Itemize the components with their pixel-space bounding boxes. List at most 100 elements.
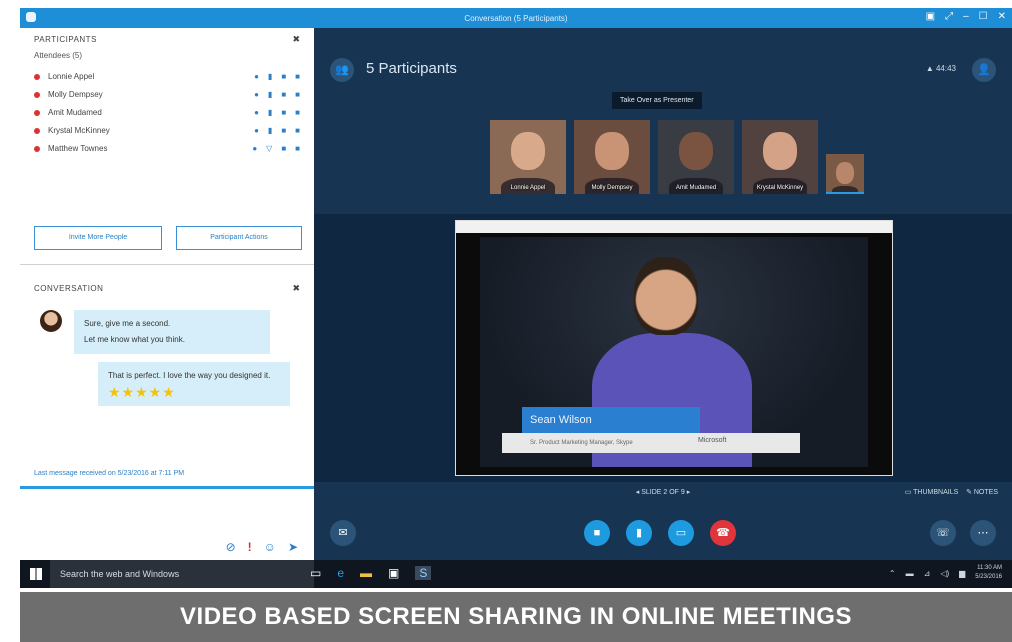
participant-row[interactable]: Amit Mudamed ● ▮ ■ ■ (34, 106, 300, 124)
screen-icon: ■ (295, 90, 300, 99)
sender-avatar (40, 310, 62, 332)
message-compose-area[interactable] (20, 489, 314, 535)
system-tray: ⌃ ▬ ⊿ ◁) ▆ 11:30 AM 5/23/2016 (889, 564, 1002, 582)
outgoing-message-bubble: That is perfect. I love the way you desi… (98, 362, 290, 407)
presence-dot-icon (34, 74, 40, 80)
presenter-role: Sr. Product Marketing Manager, Skype (502, 433, 800, 453)
participant-status-icons: ● ▽ ■ ■ (252, 144, 300, 153)
skype-business-icon[interactable]: S (415, 566, 432, 580)
clock-time: 11:30 AM (977, 565, 1002, 571)
skype-window: Conversation (5 Participants) ▣ ⤢ – ☐ ✕ … (20, 8, 1012, 588)
message-text: That is perfect. I love the way you desi… (108, 371, 271, 380)
chat-icon: ● (254, 108, 259, 117)
mic-icon: ▮ (267, 108, 273, 117)
chat-icon: ● (252, 144, 258, 153)
store-icon[interactable]: ▣ (388, 566, 399, 580)
notes-toggle[interactable]: ✎ NOTES (966, 489, 998, 496)
participant-face (595, 132, 629, 170)
presenter-name: Sean Wilson (522, 407, 700, 433)
send-icon[interactable]: ➤ (288, 540, 298, 554)
screen-icon: ■ (295, 72, 300, 81)
edge-browser-icon[interactable]: e (337, 566, 344, 580)
participant-name: Lonnie Appel (48, 72, 95, 81)
video-thumbnails: Lonnie Appel Molly Dempsey Amit Mudamed Kry… (490, 120, 864, 194)
close-button[interactable]: ✕ (998, 11, 1006, 22)
battery-icon[interactable]: ▬ (906, 569, 914, 578)
shared-window-titlebar (456, 221, 892, 233)
side-panel: PARTICIPANTS ✖ Attendees (5) Lonnie Appe… (20, 28, 315, 560)
participant-name: Matthew Townes (48, 144, 108, 153)
popout-icon[interactable]: ⤢ (945, 11, 953, 22)
participant-row[interactable]: Molly Dempsey ● ▮ ■ ■ (34, 88, 300, 106)
video-thumbnail[interactable]: Lonnie Appel (490, 120, 566, 194)
attach-file-icon[interactable]: ⊘ (226, 540, 236, 554)
signal-label: 44:43 (935, 64, 956, 73)
call-controls-icon[interactable]: ☏ (930, 520, 956, 546)
network-icon[interactable]: ⊿ (924, 569, 931, 578)
participant-row[interactable]: Lonnie Appel ● ▮ ■ ■ (34, 70, 300, 88)
participant-shoulders (831, 186, 859, 192)
add-person-icon[interactable]: 👤 (972, 58, 996, 82)
presence-dot-icon (34, 110, 40, 116)
taskbar-clock[interactable]: 11:30 AM 5/23/2016 (975, 564, 1002, 582)
more-options-icon[interactable]: ⋯ (970, 520, 996, 546)
title-bar: Conversation (5 Participants) ▣ ⤢ – ☐ ✕ (20, 8, 1012, 28)
taskbar-apps: ▭ e ▬ ▣ S (310, 566, 432, 580)
video-thumbnail[interactable]: Amit Mudamed (658, 120, 734, 194)
windows-start-icon[interactable] (30, 568, 42, 580)
compose-toolbar: ⊘ ! ☺ ➤ (226, 540, 298, 554)
video-thumbnail[interactable] (826, 154, 864, 194)
emoticon-icon[interactable]: ☺ (264, 540, 276, 554)
participant-face (763, 132, 797, 170)
invite-more-people-button[interactable]: Invite More People (34, 226, 162, 250)
participant-status-icons: ● ▮ ■ ■ (254, 72, 300, 81)
video-icon: ■ (281, 90, 287, 99)
participants-icon[interactable]: 👥 (330, 58, 354, 82)
participant-face (836, 162, 854, 184)
screen-icon: ■ (295, 144, 300, 153)
microphone-button[interactable]: ▮ (626, 520, 652, 546)
video-icon: ■ (281, 144, 287, 153)
tray-chevron-icon[interactable]: ⌃ (889, 569, 896, 578)
mic-icon: ▽ (266, 144, 273, 153)
video-icon: ■ (281, 126, 287, 135)
maximize-button[interactable]: ☐ (979, 11, 988, 22)
file-explorer-icon[interactable]: ▬ (360, 566, 372, 580)
shared-content-area: Sr. Product Marketing Manager, Skype Sea… (314, 214, 1012, 482)
taskbar-search-input[interactable]: Search the web and Windows (50, 560, 314, 588)
snap-icon[interactable]: ▣ (926, 11, 935, 22)
high-importance-icon[interactable]: ! (248, 540, 252, 554)
participant-name: Krystal McKinney (48, 126, 110, 135)
end-call-button[interactable]: ☎ (710, 520, 736, 546)
window-controls: ▣ ⤢ – ☐ ✕ (926, 11, 1006, 22)
meeting-stage: 👥 5 Participants ▲ 44:43 👤 Take Over as … (314, 28, 1012, 560)
slide-navigation: ◂ SLIDE 2 OF 9 ▸ ▭ THUMBNAILS ✎ NOTES (314, 482, 1012, 502)
section-divider (20, 264, 314, 265)
screen-icon: ■ (295, 126, 300, 135)
present-screen-button[interactable]: ▭ (668, 520, 694, 546)
participant-actions-button[interactable]: Participant Actions (176, 226, 302, 250)
participant-list: Lonnie Appel ● ▮ ■ ■ Molly Dempsey ● ▮ ■ ■ Ami… (34, 70, 300, 160)
minimize-button[interactable]: – (963, 11, 969, 22)
video-icon: ■ (281, 72, 287, 81)
microsoft-logo-icon: Microsoft (698, 437, 727, 444)
shared-video[interactable]: Sr. Product Marketing Manager, Skype Sea… (480, 237, 868, 467)
collapse-conversation-icon[interactable]: ✖ (292, 283, 300, 294)
video-camera-button[interactable]: ■ (584, 520, 610, 546)
task-view-icon[interactable]: ▭ (310, 566, 321, 580)
participant-row[interactable]: Krystal McKinney ● ▮ ■ ■ (34, 124, 300, 142)
collapse-participants-icon[interactable]: ✖ (292, 34, 300, 45)
action-center-icon[interactable]: ▆ (959, 569, 965, 578)
video-thumbnail[interactable]: Molly Dempsey (574, 120, 650, 194)
mic-icon: ▮ (267, 72, 273, 81)
volume-icon[interactable]: ◁) (940, 569, 949, 578)
participant-row[interactable]: Matthew Townes ● ▽ ■ ■ (34, 142, 300, 160)
video-thumbnail[interactable]: Krystal McKinney (742, 120, 818, 194)
thumbnail-caption: Lonnie Appel (510, 185, 546, 191)
attendees-label: Attendees (5) (34, 51, 83, 60)
shared-window: Sr. Product Marketing Manager, Skype Sea… (455, 220, 893, 476)
thumbnails-toggle[interactable]: ▭ THUMBNAILS (905, 489, 959, 496)
im-chat-icon[interactable]: ✉ (330, 520, 356, 546)
video-icon: ■ (281, 108, 287, 117)
window-title: Conversation (5 Participants) (464, 14, 568, 23)
